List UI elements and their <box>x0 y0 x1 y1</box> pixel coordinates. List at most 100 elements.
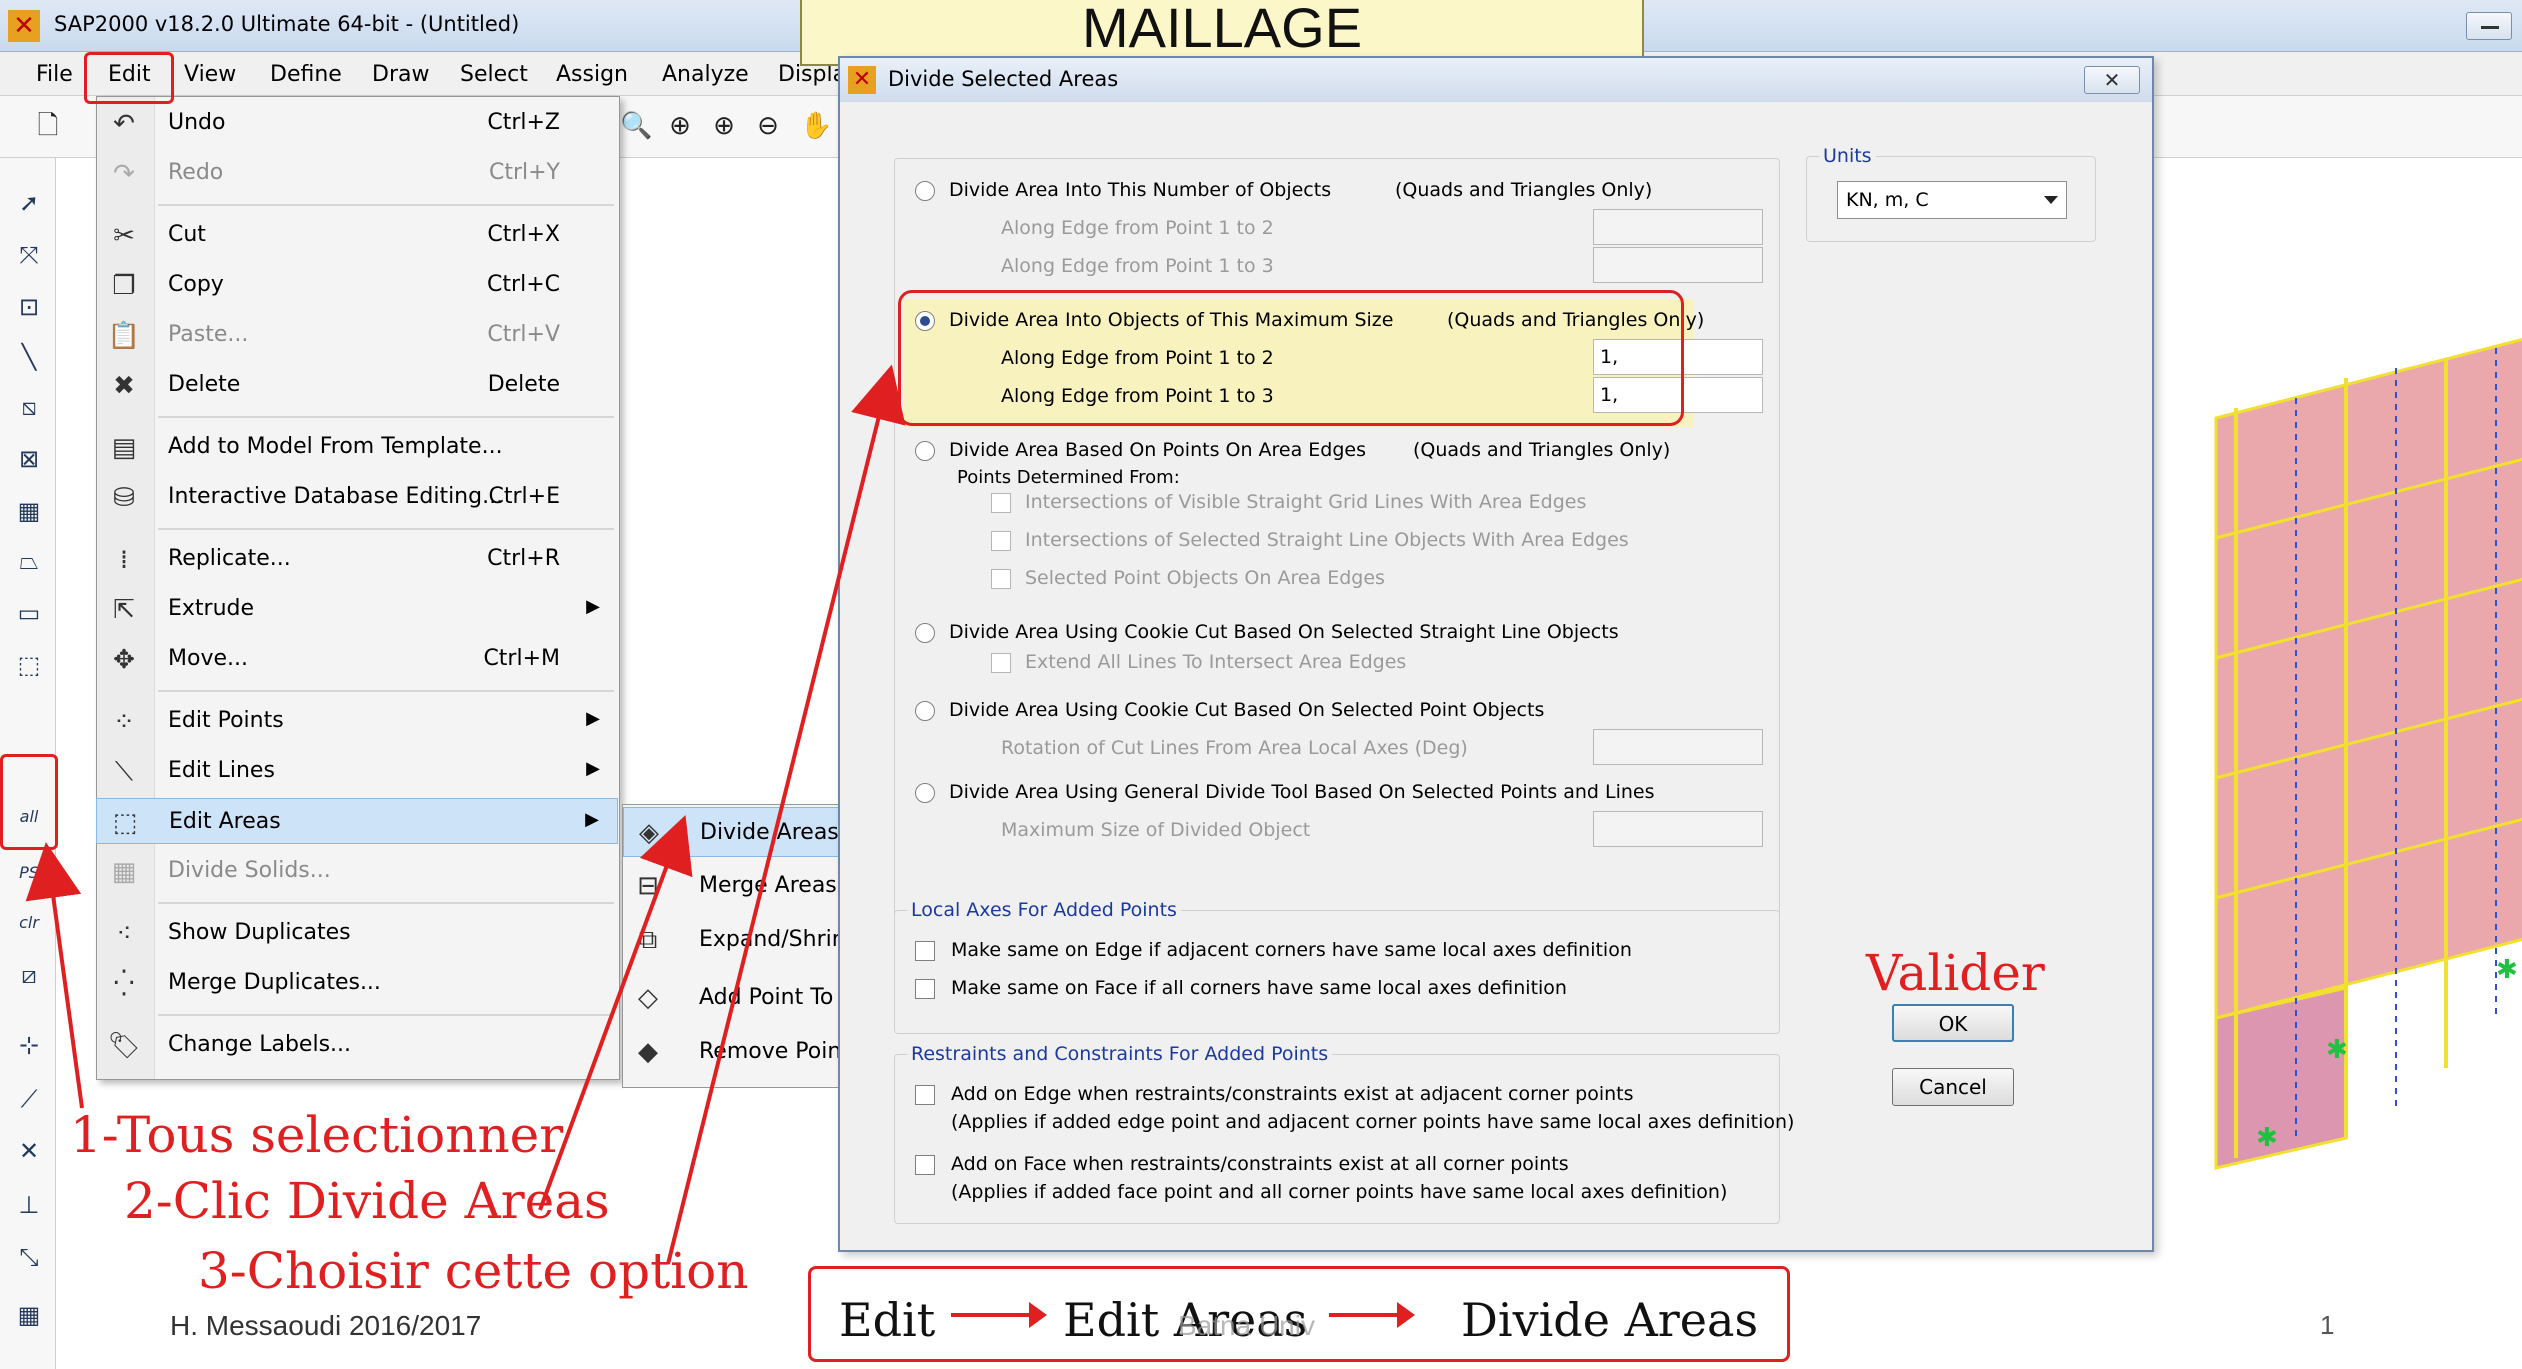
menu-define[interactable]: Define <box>270 60 342 89</box>
rotation-cut-lines-input[interactable] <box>1593 729 1763 765</box>
option-cookie-cut-lines-radio[interactable] <box>915 623 935 643</box>
option-number-of-objects-radio[interactable] <box>915 181 935 201</box>
menu-draw[interactable]: Draw <box>372 60 429 89</box>
snap-line-icon[interactable]: ⟋ <box>12 1082 46 1116</box>
cancel-button[interactable]: Cancel <box>1892 1068 2014 1106</box>
units-title: Units <box>1819 145 1876 167</box>
zoom-restore-icon[interactable]: ⊕ <box>664 110 696 142</box>
menu-item-add-template[interactable]: ▤ Add to Model From Template... <box>96 424 618 470</box>
menu-analyze[interactable]: Analyze <box>662 60 749 89</box>
grid-lines-intersection-label: Intersections of Visible Straight Grid L… <box>1025 491 1587 513</box>
menu-item-edit-areas[interactable]: ⬚ Edit Areas ▶ <box>96 798 618 844</box>
menu-item-move[interactable]: ✥ Move... Ctrl+M <box>96 636 618 682</box>
author-footer: H. Messaoudi 2016/2017 <box>170 1310 482 1341</box>
submenu-item-merge-areas[interactable]: ⊟ Merge Areas <box>623 861 841 911</box>
menu-view[interactable]: View <box>184 60 236 89</box>
draw-poly-area-icon[interactable]: ⏢ <box>12 544 46 578</box>
max-size-divided-input[interactable] <box>1593 811 1763 847</box>
submenu-item-remove-point[interactable]: ◆ Remove Point <box>623 1027 841 1077</box>
draw-frame-region-icon[interactable]: ⧅ <box>12 390 46 424</box>
close-button[interactable]: ✕ <box>2084 66 2140 94</box>
svg-text:✱: ✱ <box>2256 1123 2278 1153</box>
menu-item-merge-duplicates[interactable]: ⁛ Merge Duplicates... <box>96 960 618 1006</box>
menu-item-extrude[interactable]: ⇱ Extrude ▶ <box>96 586 618 632</box>
zoom-window-icon[interactable]: 🔍 <box>620 110 652 142</box>
option-cookie-cut-points-radio[interactable] <box>915 701 935 721</box>
arrow-right-icon <box>951 1302 1047 1328</box>
option-general-divide-radio[interactable] <box>915 783 935 803</box>
extend-lines-checkbox[interactable] <box>991 653 1011 673</box>
units-select[interactable]: KN, m, C <box>1837 181 2067 219</box>
minimize-button[interactable] <box>2466 12 2512 40</box>
submenu-item-divide-areas[interactable]: ◈ Divide Areas... <box>623 807 841 857</box>
restraints-edge-checkbox[interactable] <box>915 1085 935 1105</box>
menu-assign[interactable]: Assign <box>556 60 628 89</box>
submenu-item-add-point[interactable]: ◇ Add Point To <box>623 973 841 1023</box>
selected-points-checkbox[interactable] <box>991 569 1011 589</box>
restraints-face-checkbox[interactable] <box>915 1155 935 1175</box>
submenu-item-expand-shrink[interactable]: ⧉ Expand/Shrink <box>623 915 841 965</box>
change-labels-icon: 🏷 <box>107 1031 141 1061</box>
pan-icon[interactable]: ✋ <box>800 110 832 142</box>
edit-lines-icon: ⟍ <box>114 757 134 787</box>
snap-extension-icon[interactable]: ⤡ <box>12 1240 46 1274</box>
zoom-out-icon[interactable]: ⊖ <box>752 110 784 142</box>
menu-item-edit-points[interactable]: ⁘ Edit Points ▶ <box>96 698 618 744</box>
dialog-title: Divide Selected Areas <box>888 67 1119 91</box>
intersect-select-icon[interactable]: ⧄ <box>12 958 46 992</box>
edit-areas-icon: ⬚ <box>112 808 138 838</box>
menu-separator <box>158 204 614 206</box>
line-objects-intersection-label: Intersections of Selected Straight Line … <box>1025 529 1629 551</box>
draw-brace-icon[interactable]: ⊠ <box>12 442 46 476</box>
opt1-edge13-input[interactable] <box>1593 247 1763 283</box>
undo-icon: ↶ <box>113 109 135 139</box>
menu-select[interactable]: Select <box>460 60 528 89</box>
snap-point-icon[interactable]: ⊹ <box>12 1028 46 1062</box>
line-objects-intersection-checkbox[interactable] <box>991 531 1011 551</box>
local-axes-title: Local Axes For Added Points <box>907 899 1181 921</box>
new-file-icon[interactable]: 🗋 <box>32 110 64 142</box>
menu-item-delete[interactable]: ✖ Delete Delete <box>96 362 618 408</box>
pointer-icon[interactable]: ➚ <box>12 186 46 220</box>
select-all-callout-box <box>0 754 58 850</box>
menu-item-cut[interactable]: ✂ Cut Ctrl+X <box>96 212 618 258</box>
divide-solids-icon: ▦ <box>111 857 137 887</box>
draw-grid-icon[interactable]: ▦ <box>12 494 46 528</box>
extend-lines-label: Extend All Lines To Intersect Area Edges <box>1025 651 1407 673</box>
menu-item-replicate[interactable]: ⁞ Replicate... Ctrl+R <box>96 536 618 582</box>
menu-item-database-editing[interactable]: ⛁ Interactive Database Editing... Ctrl+E <box>96 474 618 520</box>
add-point-icon: ◇ <box>638 983 658 1013</box>
draw-point-icon[interactable]: ⊡ <box>12 290 46 324</box>
menu-item-paste[interactable]: 📋 Paste... Ctrl+V <box>96 312 618 358</box>
snap-perpendicular-icon[interactable]: ⊥ <box>12 1188 46 1222</box>
local-axes-face-checkbox[interactable] <box>915 979 935 999</box>
draw-frame-icon[interactable]: ╲ <box>12 340 46 374</box>
option-points-on-edges-radio[interactable] <box>915 441 935 461</box>
menu-item-change-labels[interactable]: 🏷 Change Labels... <box>96 1022 618 1068</box>
option-general-divide-label: Divide Area Using General Divide Tool Ba… <box>949 781 1655 803</box>
menu-separator <box>158 902 614 904</box>
quick-draw-area-icon[interactable]: ⬚ <box>12 648 46 682</box>
clear-selection-button[interactable]: clr <box>12 906 46 940</box>
menu-item-redo[interactable]: ↷ Redo Ctrl+Y <box>96 150 618 196</box>
menu-item-divide-solids[interactable]: ▦ Divide Solids... <box>96 848 618 894</box>
annotation-valider: Valider <box>1866 944 2045 1002</box>
scissors-icon: ✂ <box>113 221 135 251</box>
local-axes-edge-checkbox[interactable] <box>915 941 935 961</box>
zoom-in-icon[interactable]: ⊕ <box>708 110 740 142</box>
menu-item-undo[interactable]: ↶ Undo Ctrl+Z <box>96 100 618 146</box>
reshaper-icon[interactable]: ⤧ <box>12 238 46 272</box>
previous-selection-button[interactable]: PS <box>12 856 46 890</box>
menu-item-edit-lines[interactable]: ⟍ Edit Lines ▶ <box>96 748 618 794</box>
opt1-edge12-input[interactable] <box>1593 209 1763 245</box>
grid-lines-intersection-checkbox[interactable] <box>991 493 1011 513</box>
submenu-arrow-icon: ▶ <box>586 596 600 617</box>
draw-rect-area-icon[interactable]: ▭ <box>12 596 46 630</box>
menu-item-copy[interactable]: ❐ Copy Ctrl+C <box>96 262 618 308</box>
menu-file[interactable]: File <box>36 60 73 89</box>
snap-intersection-icon[interactable]: ✕ <box>12 1134 46 1168</box>
edit-menu-items: ↶ Undo Ctrl+Z ↷ Redo Ctrl+Y ✂ Cut Ctrl+X… <box>96 96 620 1080</box>
ok-button[interactable]: OK <box>1892 1004 2014 1042</box>
menu-item-show-duplicates[interactable]: ⁖ Show Duplicates <box>96 910 618 956</box>
snap-grid-icon[interactable]: ▦ <box>12 1298 46 1332</box>
